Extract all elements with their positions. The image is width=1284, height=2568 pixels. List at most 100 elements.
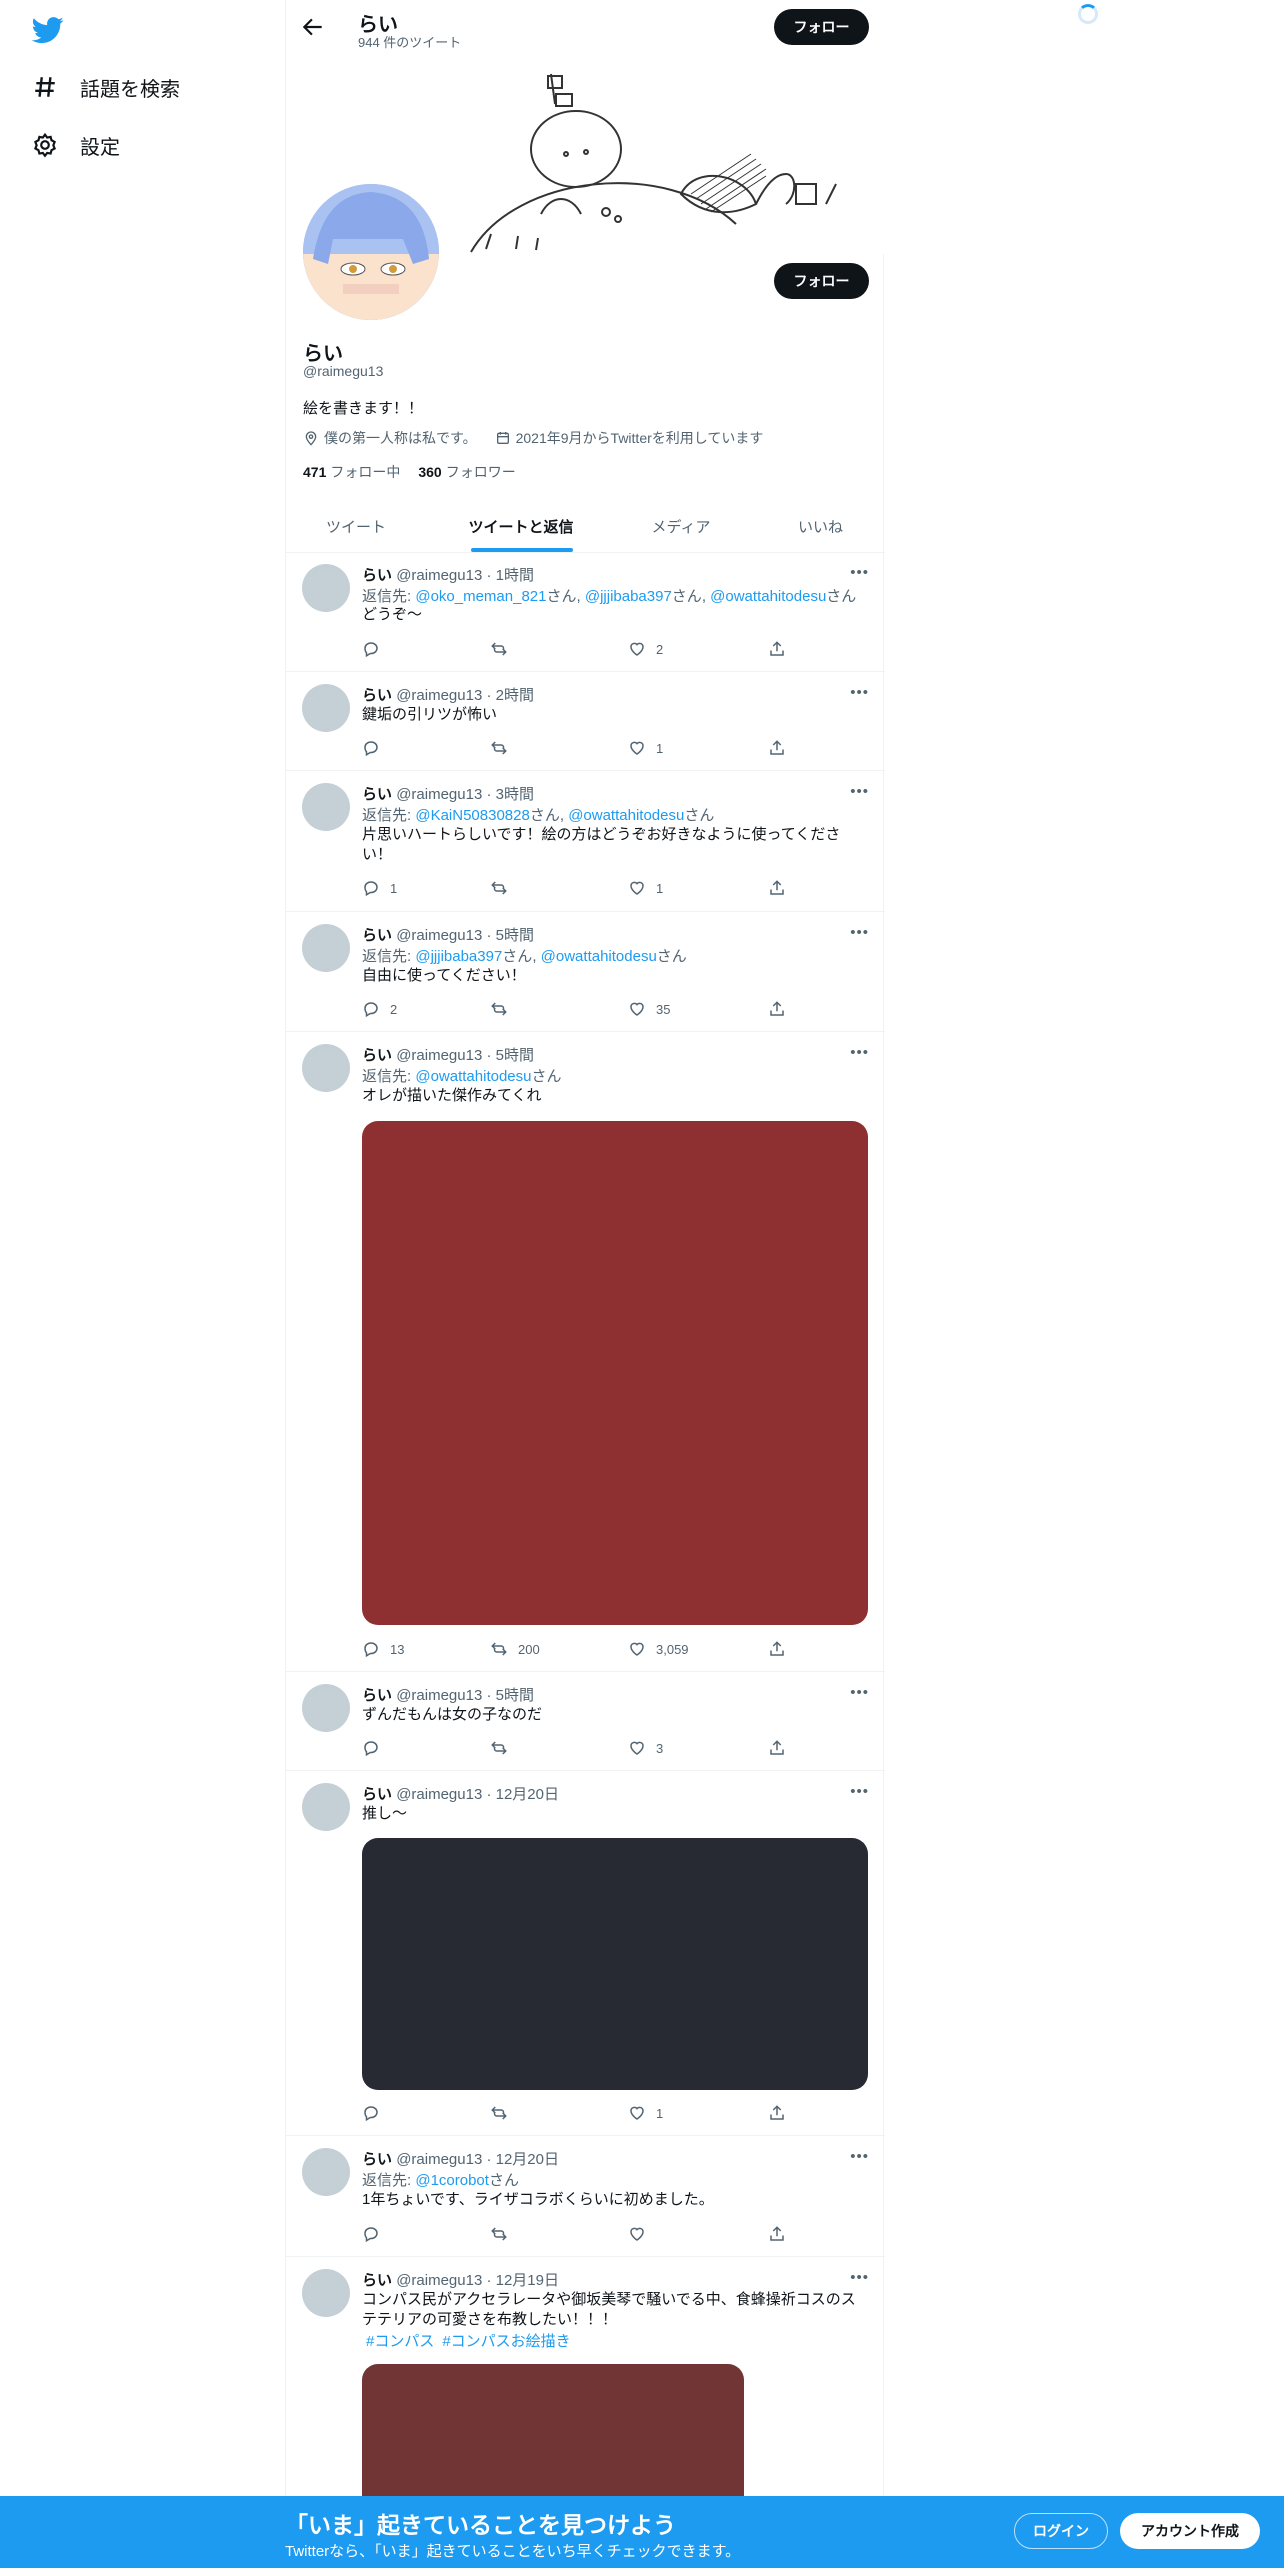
- tweet-author-name[interactable]: らい: [362, 1047, 392, 1064]
- retweet-button[interactable]: [490, 640, 518, 658]
- tweet[interactable]: らい @raimegu13 · 3時間 ••• 返信先: @KaiN508308…: [286, 771, 885, 912]
- more-options-icon[interactable]: •••: [850, 783, 869, 800]
- tweet[interactable]: らい @raimegu13 · 12月20日 ••• 返信先: @1corobo…: [286, 2136, 885, 2257]
- mention-link[interactable]: @oko_meman_821: [415, 588, 546, 605]
- tweet-actions: 13 200 3,059: [362, 1640, 802, 1660]
- hashtag-link[interactable]: #コンパス: [366, 2333, 434, 2350]
- nav-settings[interactable]: 設定: [32, 125, 120, 165]
- like-button[interactable]: 2: [628, 640, 663, 658]
- tweet[interactable]: らい @raimegu13 · 12月20日 ••• 推し〜 1: [286, 1771, 885, 2136]
- share-button[interactable]: [768, 2225, 786, 2243]
- avatar[interactable]: [302, 684, 350, 732]
- avatar[interactable]: [302, 1783, 350, 1831]
- like-button[interactable]: 3: [628, 1739, 663, 1757]
- tab-tweets-and-replies[interactable]: ツイートと返信: [446, 500, 596, 552]
- reply-button[interactable]: 13: [362, 1640, 404, 1658]
- avatar[interactable]: [302, 564, 350, 612]
- mention-suffix: さん: [671, 588, 702, 605]
- like-button[interactable]: 1: [628, 2104, 663, 2122]
- reply-button[interactable]: 1: [362, 879, 397, 897]
- tab-tweets[interactable]: ツイート: [286, 500, 426, 552]
- tweet[interactable]: らい @raimegu13 · 2時間 ••• 鍵垢の引リツが怖い 1: [286, 672, 885, 771]
- profile-avatar[interactable]: [299, 180, 443, 324]
- mention-link[interactable]: @owattahitodesu: [541, 948, 657, 965]
- retweet-button[interactable]: [490, 739, 518, 757]
- profile-follow-button[interactable]: フォロー: [774, 263, 869, 299]
- tweet-author-name[interactable]: らい: [362, 1786, 392, 1803]
- retweet-button[interactable]: [490, 1739, 518, 1757]
- more-options-icon[interactable]: •••: [850, 2148, 869, 2165]
- mention-link[interactable]: @owattahitodesu: [415, 1068, 531, 1085]
- tweet-header: らい @raimegu13 · 5時間: [362, 1684, 534, 1705]
- tweet-author-name[interactable]: らい: [362, 2151, 392, 2168]
- avatar[interactable]: [302, 2269, 350, 2317]
- share-button[interactable]: [768, 1640, 786, 1658]
- reply-button[interactable]: [362, 1739, 390, 1757]
- retweet-button[interactable]: [490, 2225, 518, 2243]
- header-follow-button[interactable]: フォロー: [774, 9, 869, 45]
- mention-link[interactable]: @owattahitodesu: [568, 807, 684, 824]
- mention-link[interactable]: @jjjibaba397: [415, 948, 502, 965]
- tweet[interactable]: らい @raimegu13 · 1時間 ••• 返信先: @oko_meman_…: [286, 552, 885, 672]
- mention-link[interactable]: @KaiN50830828: [415, 807, 529, 824]
- retweet-button[interactable]: 200: [490, 1640, 540, 1658]
- tab-media[interactable]: メディア: [616, 500, 746, 552]
- like-button[interactable]: 35: [628, 1000, 670, 1018]
- back-arrow-icon[interactable]: [300, 14, 326, 40]
- login-button[interactable]: ログイン: [1014, 2513, 1108, 2549]
- signup-button[interactable]: アカウント作成: [1120, 2513, 1260, 2549]
- share-button[interactable]: [768, 879, 786, 897]
- following-link[interactable]: 471 フォロー中: [303, 462, 400, 482]
- more-options-icon[interactable]: •••: [850, 2269, 869, 2286]
- tweet[interactable]: らい @raimegu13 · 5時間 ••• ずんだもんは女の子なのだ 3: [286, 1672, 885, 1771]
- more-options-icon[interactable]: •••: [850, 1044, 869, 1061]
- nav-explore[interactable]: 話題を検索: [32, 67, 180, 107]
- retweet-button[interactable]: [490, 879, 518, 897]
- like-button[interactable]: [628, 2225, 656, 2243]
- reply-button[interactable]: [362, 640, 390, 658]
- reply-button[interactable]: 2: [362, 1000, 397, 1018]
- retweet-button[interactable]: [490, 2104, 518, 2122]
- avatar[interactable]: [302, 783, 350, 831]
- tweet-author-name[interactable]: らい: [362, 786, 392, 803]
- twitter-logo-icon[interactable]: [32, 14, 64, 46]
- retweet-button[interactable]: [490, 1000, 518, 1018]
- tweet-image[interactable]: [362, 1121, 868, 1625]
- tweet[interactable]: らい @raimegu13 · 5時間 ••• 返信先: @owattahito…: [286, 1032, 885, 1672]
- tweet-author-name[interactable]: らい: [362, 687, 392, 704]
- tweet-meta: @raimegu13 · 1時間: [396, 567, 534, 584]
- tweet-author-name[interactable]: らい: [362, 2272, 392, 2289]
- tweet-author-name[interactable]: らい: [362, 927, 392, 944]
- reply-button[interactable]: [362, 739, 390, 757]
- avatar[interactable]: [302, 1684, 350, 1732]
- avatar[interactable]: [302, 2148, 350, 2196]
- tweet-image[interactable]: [362, 1838, 868, 2090]
- tweet-author-name[interactable]: らい: [362, 567, 392, 584]
- share-button[interactable]: [768, 1000, 786, 1018]
- avatar[interactable]: [302, 1044, 350, 1092]
- share-button[interactable]: [768, 739, 786, 757]
- share-button[interactable]: [768, 1739, 786, 1757]
- like-button[interactable]: 1: [628, 879, 663, 897]
- more-options-icon[interactable]: •••: [850, 1783, 869, 1800]
- more-options-icon[interactable]: •••: [850, 684, 869, 701]
- tab-likes[interactable]: いいね: [756, 500, 885, 552]
- reply-button[interactable]: [362, 2104, 390, 2122]
- avatar[interactable]: [302, 924, 350, 972]
- hashtag-link[interactable]: #コンパスお絵描き: [442, 2333, 570, 2350]
- share-button[interactable]: [768, 2104, 786, 2122]
- mention-link[interactable]: @1corobot: [415, 2172, 489, 2189]
- more-options-icon[interactable]: •••: [850, 1684, 869, 1701]
- tweet-meta: @raimegu13 · 12月19日: [396, 2272, 559, 2289]
- reply-button[interactable]: [362, 2225, 390, 2243]
- tweet[interactable]: らい @raimegu13 · 5時間 ••• 返信先: @jjjibaba39…: [286, 912, 885, 1032]
- more-options-icon[interactable]: •••: [850, 924, 869, 941]
- more-options-icon[interactable]: •••: [850, 564, 869, 581]
- tweet-author-name[interactable]: らい: [362, 1687, 392, 1704]
- like-button[interactable]: 1: [628, 739, 663, 757]
- share-button[interactable]: [768, 640, 786, 658]
- like-button[interactable]: 3,059: [628, 1640, 689, 1658]
- followers-link[interactable]: 360 フォロワー: [418, 462, 515, 482]
- mention-link[interactable]: @owattahitodesu: [710, 588, 826, 605]
- mention-link[interactable]: @jjjibaba397: [585, 588, 672, 605]
